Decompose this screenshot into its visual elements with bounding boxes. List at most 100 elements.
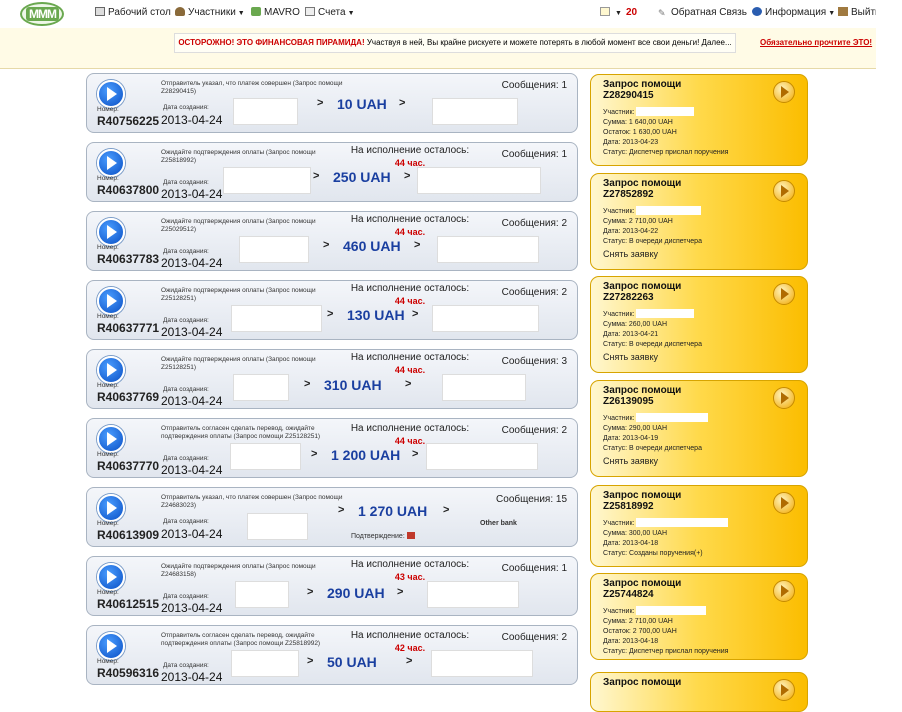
request-status: Ожидайте подтверждения оплаты (Запрос по… [161,356,316,371]
transfer-amount: 460 UAH [343,238,401,254]
payment-request-card[interactable]: Номер: R40637770 Отправитель согласен сдел… [86,418,578,478]
request-number: R40637771 [97,321,160,335]
remaining-label: На исполнение осталось: [350,423,470,434]
play-icon[interactable] [97,149,125,177]
messages-link[interactable]: Сообщения: 1 [502,563,567,574]
play-icon[interactable] [97,494,125,522]
warning-bold: ОСТОРОЖНО! ЭТО ФИНАНСОВАЯ ПИРАМИДА! [178,38,365,47]
arrow-separator: > [404,170,411,182]
created-date: 2013-04-24 [161,601,223,615]
arrow-separator: > [443,504,450,516]
remaining-label: На исполнение осталось: [350,145,470,156]
nav-mavro[interactable]: MAVRO [251,7,300,18]
play-icon[interactable] [97,632,125,660]
nav-feedback[interactable]: ✎ Обратная Связь [658,7,747,18]
nav-information[interactable]: Информация ▼ [752,7,835,18]
number-label: Номер: [97,106,119,113]
payment-request-card[interactable]: Номер: R40612515 Ожидайте подтверждения оп… [86,556,578,616]
participant-label: Участник: [603,109,635,116]
payment-request-card[interactable]: Номер: R40613909 Отправитель указал, что п… [86,487,578,547]
pencil-icon: ✎ [658,8,666,18]
mmm-logo[interactable]: МММ [20,2,64,26]
hidden-receiver-field [437,236,539,263]
help-request-card[interactable]: Запрос помощи Z27852892 Участник: Сумма: 2 … [590,173,808,270]
messages-link[interactable]: Сообщения: 2 [502,287,567,298]
help-status: Статус: В очереди диспетчера [603,238,702,245]
desktop-icon [95,7,105,16]
help-rest: Остаток: 1 630,00 UAH [603,129,677,136]
nav-desktop[interactable]: Рабочий стол [95,7,171,18]
request-number: R40637770 [97,459,160,473]
created-label: Дата создания: [163,662,209,669]
created-label: Дата создания: [163,386,209,393]
cancel-request-link[interactable]: Снять заявку [603,352,658,362]
payment-request-card[interactable]: Номер: R40637771 Ожидайте подтверждения оп… [86,280,578,340]
messages-link[interactable]: Сообщения: 15 [496,494,567,505]
cancel-request-link[interactable]: Снять заявку [603,456,658,466]
messages-link[interactable]: Сообщения: 3 [502,356,567,367]
created-label: Дата создания: [163,455,209,462]
payment-request-card[interactable]: Номер: R40637800 Ожидайте подтверждения оп… [86,142,578,202]
request-number: R40637769 [97,390,160,404]
help-id: Z28290415 [603,90,654,101]
nav-mavro-label: MAVRO [264,7,300,18]
help-info: Участник: Сумма: 260,00 UAH Дата: 2013-04-… [603,309,702,350]
help-request-card[interactable]: Запрос помощи Z26139095 Участник: Сумма: 29… [590,380,808,477]
messages-link[interactable]: Сообщения: 2 [502,218,567,229]
help-request-card[interactable]: Запрос помощи Z28290415 Участник: Сумма: 1 … [590,74,808,166]
help-info: Участник: Сумма: 2 710,00 UAH Дата: 2013-0… [603,206,702,247]
payment-request-card[interactable]: Номер: R40637769 Ожидайте подтверждения оп… [86,349,578,409]
nav-accounts[interactable]: Счета ▼ [305,7,355,18]
transfer-amount: 310 UAH [324,377,382,393]
request-status: Ожидайте подтверждения оплаты (Запрос по… [161,149,316,164]
arrow-right-icon[interactable] [773,580,795,602]
number-label: Номер: [97,313,119,320]
arrow-right-icon[interactable] [773,81,795,103]
play-icon[interactable] [97,80,125,108]
help-request-card[interactable]: Запрос помощи Z25744824 Участник: Сумма: 2 … [590,573,808,660]
cancel-request-link[interactable]: Снять заявку [603,249,658,259]
hidden-receiver-field [427,581,519,608]
notifications[interactable]: ▼ 20 [600,7,637,18]
messages-link[interactable]: Сообщения: 1 [502,80,567,91]
payment-request-card[interactable]: Номер: R40756225 Отправитель указал, что п… [86,73,578,133]
arrow-right-icon[interactable] [773,387,795,409]
chevron-down-icon: ▼ [347,10,355,17]
number-label: Номер: [97,382,119,389]
scrollbar-area[interactable] [876,0,902,693]
arrow-right-icon[interactable] [773,180,795,202]
help-request-card[interactable]: Запрос помощи [590,672,808,712]
arrow-right-icon[interactable] [773,679,795,701]
created-label: Дата создания: [163,593,209,600]
hidden-receiver-field [431,650,533,677]
help-request-card[interactable]: Запрос помощи Z25818992 Участник: Сумма: 30… [590,485,808,567]
messages-link[interactable]: Сообщения: 2 [502,632,567,643]
help-request-card[interactable]: Запрос помощи Z27282263 Участник: Сумма: 26… [590,276,808,373]
participant-line: Участник: [603,107,728,118]
messages-link[interactable]: Сообщения: 1 [502,149,567,160]
transfer-amount: 130 UAH [347,307,405,323]
play-icon[interactable] [97,287,125,315]
help-id: Z25818992 [603,501,654,512]
attachment-icon[interactable] [406,532,415,539]
hidden-sender-field [247,513,308,540]
messages-link[interactable]: Сообщения: 2 [502,425,567,436]
play-icon[interactable] [97,563,125,591]
created-label: Дата создания: [163,317,209,324]
arrow-separator: > [338,504,345,516]
help-date: Дата: 2013-04-22 [603,228,659,235]
payment-request-card[interactable]: Номер: R40596316 Отправитель согласен сдел… [86,625,578,685]
nav-participants[interactable]: Участники ▼ [175,7,245,18]
read-this-link[interactable]: Обязательно прочтите ЭТО! [760,38,872,47]
arrow-right-icon[interactable] [773,492,795,514]
play-icon[interactable] [97,218,125,246]
help-date: Дата: 2013-04-18 [603,540,659,547]
mavro-icon [251,7,261,16]
payment-request-card[interactable]: Номер: R40637783 Ожидайте подтверждения оп… [86,211,578,271]
nav-logout[interactable]: Выйти [838,7,881,18]
help-title: Запрос помощи Z27282263 [603,281,681,303]
play-icon[interactable] [97,425,125,453]
arrow-right-icon[interactable] [773,283,795,305]
arrow-separator: > [397,586,404,598]
play-icon[interactable] [97,356,125,384]
